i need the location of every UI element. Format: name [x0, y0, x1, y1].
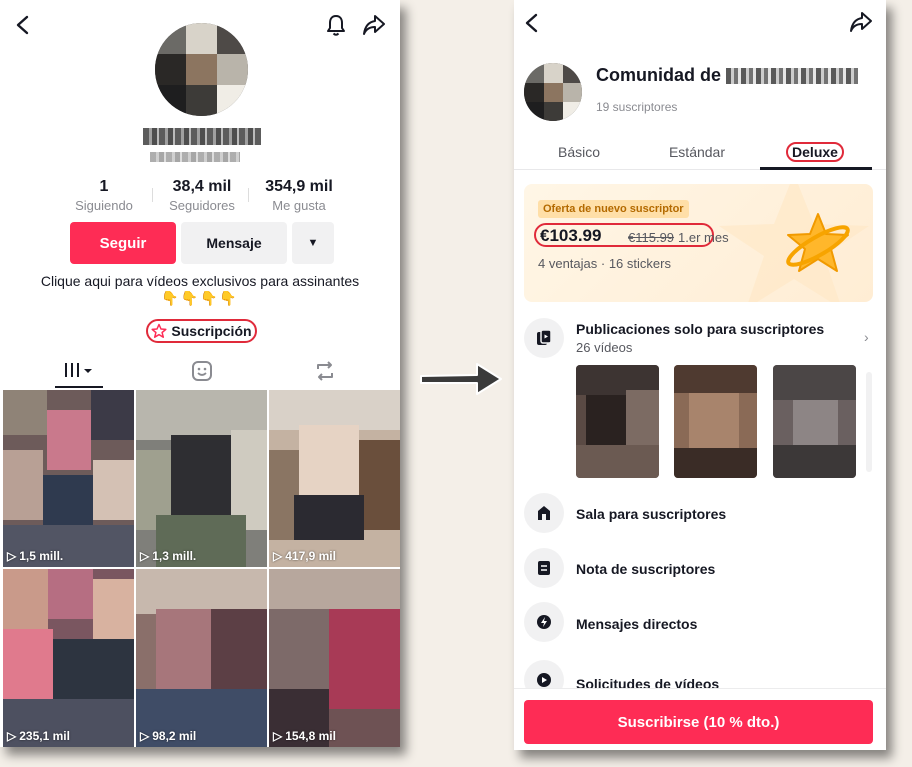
transition-arrow	[417, 356, 505, 407]
play-icon: ▷	[140, 729, 150, 743]
followers-count: 38,4 mil	[172, 178, 232, 195]
offer-card: Oferta de nuevo suscriptor €103.99 €115.…	[524, 184, 873, 302]
stat-divider	[248, 188, 249, 202]
subscription-label: Suscripción	[171, 323, 252, 339]
profile-screen: 1 Siguiendo 38,4 mil Seguidores 354,9 mi…	[0, 0, 400, 747]
gold-star-icon	[786, 213, 850, 272]
video-views: 1,5 mill.	[19, 549, 64, 563]
suggested-accounts-button[interactable]: ▼	[292, 222, 334, 264]
offer-perks-summary: 4 ventajas · 16 stickers	[538, 256, 671, 271]
tab-favorites[interactable]	[191, 360, 213, 382]
tab-videos[interactable]	[64, 361, 94, 379]
video-views: 1,3 mill.	[152, 549, 197, 563]
exclusive-video-thumbnail[interactable]	[674, 365, 757, 478]
video-thumbnail[interactable]: ▷ 235,1 mil	[3, 569, 134, 747]
likes-count: 354,9 mil	[265, 178, 333, 195]
likes-label: Me gusta	[272, 198, 326, 213]
play-icon: ▷	[7, 549, 17, 563]
creator-avatar[interactable]	[524, 63, 582, 121]
bell-icon[interactable]	[325, 13, 347, 37]
thumbnail-scroll-edge	[866, 372, 872, 472]
active-tab-indicator	[55, 386, 103, 388]
exclusive-video-thumbnail[interactable]	[576, 365, 659, 478]
subscriber-room-icon	[524, 493, 564, 533]
video-thumbnail[interactable]: ▷ 154,8 mil	[269, 569, 400, 747]
follow-button[interactable]: Seguir	[70, 222, 176, 264]
video-views: 98,2 mil	[152, 729, 197, 743]
subscriber-note-title[interactable]: Nota de suscriptores	[576, 561, 715, 577]
direct-messages-title[interactable]: Mensajes directos	[576, 616, 697, 632]
following-label: Siguiendo	[75, 198, 133, 213]
video-thumbnail[interactable]: ▷ 1,3 mill.	[136, 390, 267, 567]
share-icon[interactable]	[849, 11, 873, 33]
play-icon: ▷	[273, 549, 283, 563]
tab-reposts[interactable]	[314, 360, 336, 382]
community-subscription-screen: Comunidad de 19 suscriptores Básico Está…	[514, 0, 886, 750]
video-views: 417,9 mil	[285, 549, 336, 563]
new-subscriber-offer-tag: Oferta de nuevo suscriptor	[538, 200, 689, 218]
offer-price: €103.99	[540, 226, 602, 245]
stat-divider	[152, 188, 153, 202]
video-views: 154,8 mil	[285, 729, 336, 743]
play-icon: ▷	[140, 549, 150, 563]
redacted-creator-name	[726, 68, 858, 84]
star-badge-icon	[151, 323, 167, 339]
highlight-ring	[786, 142, 844, 162]
followers-label: Seguidores	[169, 198, 235, 213]
video-thumbnail[interactable]: ▷ 1,5 mill.	[3, 390, 134, 567]
subscribe-button[interactable]: Suscribirse (10 % dto.)	[524, 700, 873, 744]
bottom-bar: Suscribirse (10 % dto.)	[514, 688, 886, 750]
video-thumbnail[interactable]: ▷ 98,2 mil	[136, 569, 267, 747]
original-price: €115.99	[628, 230, 675, 245]
exclusive-posts-count: 26 vídeos	[576, 340, 633, 355]
community-title: Comunidad de	[596, 65, 721, 85]
back-arrow-icon[interactable]	[522, 12, 542, 34]
exclusive-posts-title[interactable]: Publicaciones solo para suscriptores	[576, 321, 824, 337]
avatar[interactable]	[155, 23, 248, 116]
following-count: 1	[99, 178, 109, 195]
price-period: 1.er mes	[678, 230, 729, 245]
play-icon: ▷	[7, 729, 17, 743]
play-icon: ▷	[273, 729, 283, 743]
exclusive-posts-icon	[524, 318, 564, 358]
caret-down-icon: ▼	[307, 237, 319, 249]
message-button[interactable]: Mensaje	[181, 222, 287, 264]
redacted-username	[150, 152, 240, 162]
share-icon[interactable]	[362, 14, 386, 36]
video-views: 235,1 mil	[19, 729, 70, 743]
subscriber-room-title[interactable]: Sala para suscriptores	[576, 506, 726, 522]
video-thumbnail[interactable]: ▷ 417,9 mil	[269, 390, 400, 567]
video-grid: ▷ 1,5 mill. ▷ 1,3 mill. ▷ 417,9 mil ▷ 235,1	[3, 390, 400, 747]
bio-emoji: 👇👇👇👇	[161, 290, 239, 306]
direct-message-icon	[524, 602, 564, 642]
subscriber-count: 19 suscriptores	[596, 100, 678, 114]
back-arrow-icon[interactable]	[13, 14, 33, 36]
bio-text: Clique aqui para vídeos exclusivos para …	[40, 273, 360, 289]
active-tab-indicator	[760, 167, 872, 170]
tab-basic[interactable]: Básico	[524, 144, 634, 160]
subscription-button[interactable]: Suscripción	[146, 319, 257, 343]
subscriber-note-icon	[524, 548, 564, 588]
chevron-right-icon[interactable]: ›	[864, 329, 869, 345]
redacted-display-name	[143, 128, 261, 145]
exclusive-video-thumbnail[interactable]	[773, 365, 856, 478]
tab-standard[interactable]: Estándar	[642, 144, 752, 160]
